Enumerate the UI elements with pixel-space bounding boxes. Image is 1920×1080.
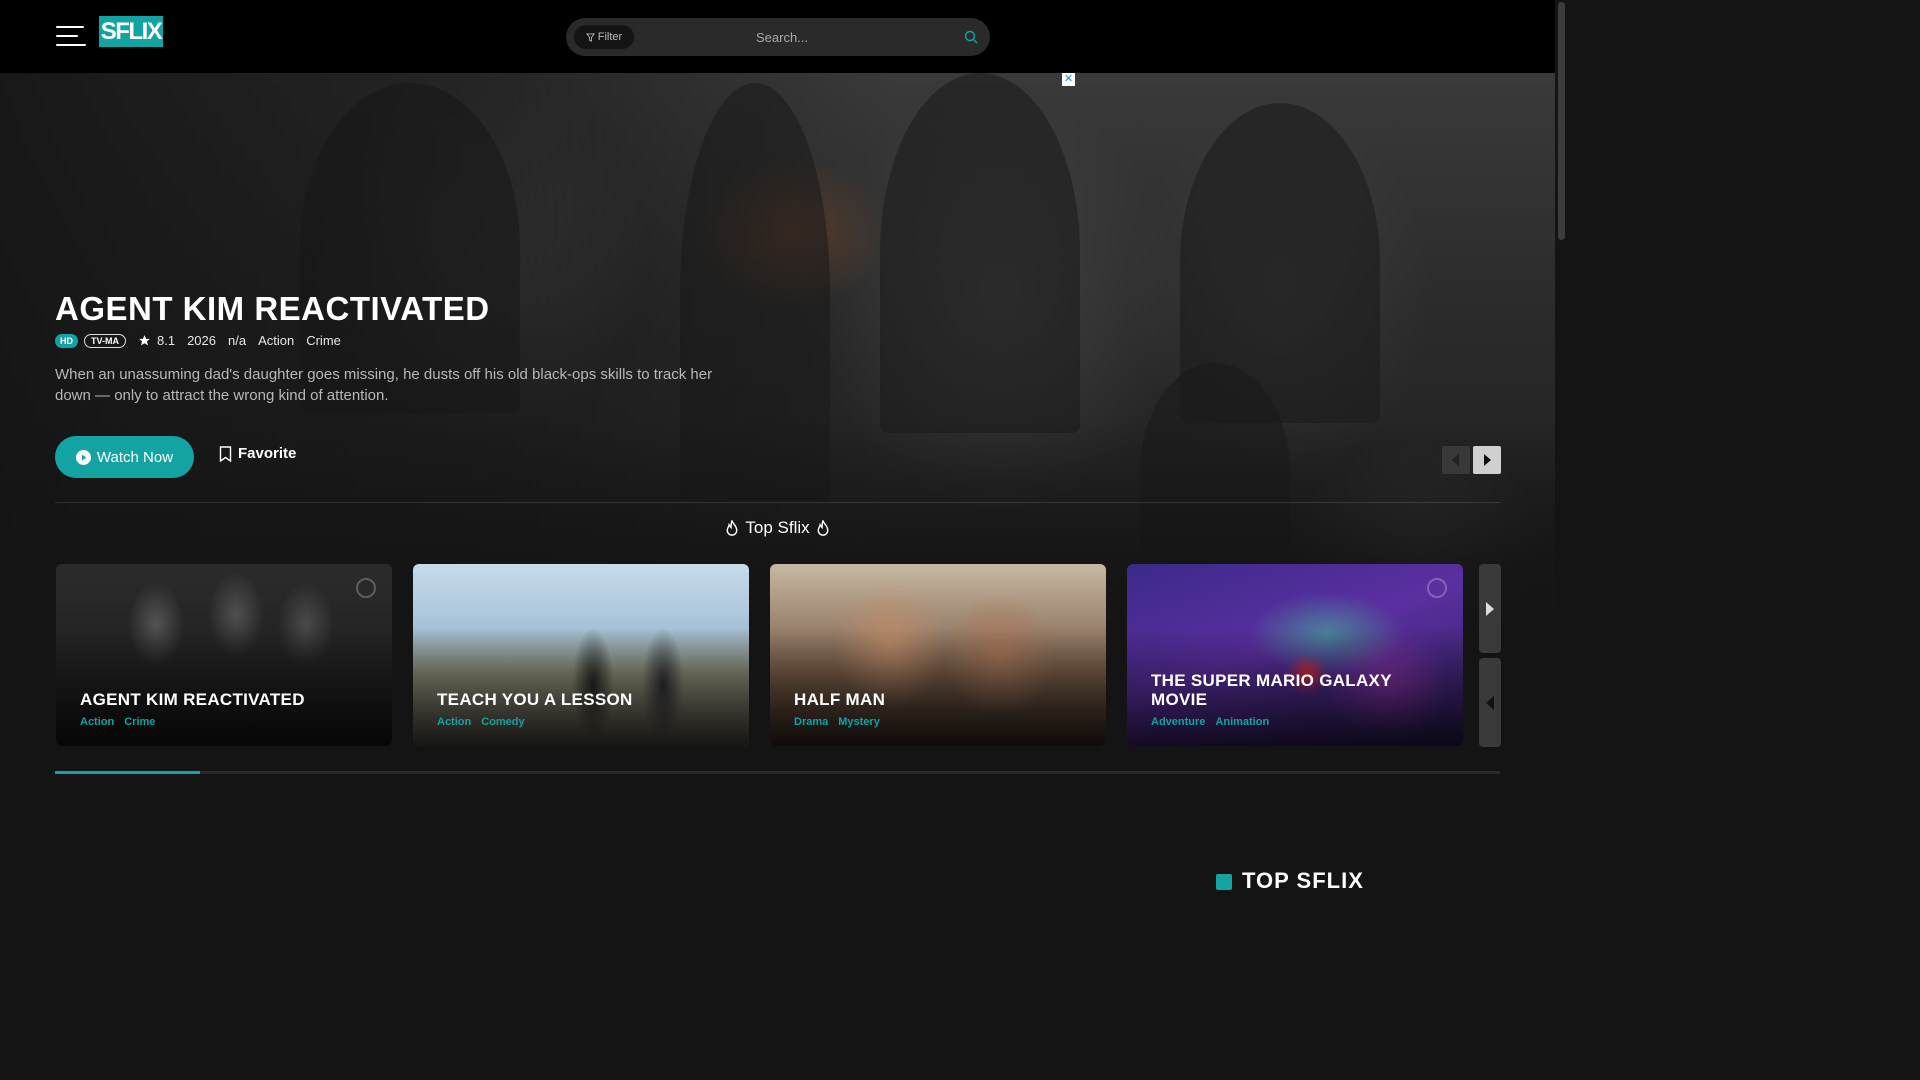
fire-icon: [726, 519, 738, 536]
hero-title: AGENT KIM REACTIVATED: [55, 290, 490, 327]
card-genre[interactable]: Animation: [1215, 716, 1269, 728]
scrollbar-thumb[interactable]: [1558, 2, 1565, 240]
site-logo[interactable]: SFLIX: [99, 16, 163, 47]
card-genre[interactable]: Mystery: [838, 716, 880, 728]
card-title: THE SUPER MARIO GALAXY MOVIE: [1151, 671, 1392, 709]
movie-card[interactable]: HALF MAN Drama Mystery: [770, 564, 1106, 746]
watch-now-button[interactable]: Watch Now: [55, 436, 194, 478]
card-genres: Drama Mystery: [794, 716, 880, 728]
movie-card[interactable]: TEACH YOU A LESSON Action Comedy: [413, 564, 749, 746]
card-title: HALF MAN: [794, 690, 886, 709]
hero-prev-button[interactable]: [1442, 446, 1470, 474]
top-header: SFLIX Filter: [0, 0, 1555, 73]
hero-duration: n/a: [228, 333, 247, 348]
favorite-label: Favorite: [238, 445, 297, 462]
hero-year: 2026: [187, 333, 216, 348]
section-divider: [55, 502, 1500, 503]
watch-now-label: Watch Now: [96, 448, 174, 466]
card-genre[interactable]: Action: [437, 716, 471, 728]
card-ring-icon: [1427, 578, 1447, 598]
card-ring-icon: [356, 578, 376, 598]
carousel-progress: [55, 771, 1500, 774]
ad-close-button[interactable]: ✕: [1062, 73, 1075, 86]
hero-meta: HD TV-MA 8.1 2026 n/a Action Crime: [55, 333, 341, 348]
hero-next-button[interactable]: [1473, 446, 1501, 474]
section-title: Top Sflix: [745, 518, 810, 537]
filter-icon: [585, 32, 595, 42]
top-sflix-carousel: AGENT KIM REACTIVATED Action Crime TEACH…: [56, 564, 1466, 746]
chevron-right-icon: [1486, 601, 1494, 616]
filter-label: Filter: [597, 31, 623, 43]
card-genre[interactable]: Drama: [794, 716, 828, 728]
star-icon: [139, 335, 150, 346]
card-genres: Action Crime: [80, 716, 155, 728]
chevron-right-icon: [1484, 454, 1491, 466]
hero-genre-1[interactable]: Action: [258, 333, 294, 348]
carousel-prev-button[interactable]: [1479, 658, 1501, 747]
page-scrollbar[interactable]: [1555, 0, 1568, 882]
chevron-left-icon: [1452, 454, 1459, 466]
carousel-next-button[interactable]: [1479, 564, 1501, 653]
movie-card[interactable]: AGENT KIM REACTIVATED Action Crime: [56, 564, 392, 746]
card-title: AGENT KIM REACTIVATED: [80, 690, 305, 709]
section-heading: Top Sflix: [0, 518, 1555, 538]
play-icon: [75, 449, 91, 465]
hero-genre-2[interactable]: Crime: [306, 333, 341, 348]
card-genres: Action Comedy: [437, 716, 525, 728]
hero-score: 8.1: [157, 333, 176, 348]
card-title: TEACH YOU A LESSON: [437, 690, 633, 709]
card-genre[interactable]: Adventure: [1151, 716, 1205, 728]
quality-badge: HD: [55, 333, 78, 348]
content-rating-badge: TV-MA: [84, 333, 126, 348]
bottom-heading-title: TOP SFLIX: [1242, 868, 1364, 893]
card-genres: Adventure Animation: [1151, 716, 1269, 728]
favorite-button[interactable]: Favorite: [219, 445, 296, 462]
search-icon[interactable]: [964, 30, 978, 44]
menu-icon[interactable]: [56, 26, 86, 48]
hero-description: When an unassuming dad's daughter goes m…: [55, 366, 713, 404]
heading-marker: [1216, 874, 1232, 890]
fire-icon: [817, 519, 829, 536]
search-bar: Filter: [566, 18, 990, 56]
bottom-section-heading: TOP SFLIX: [1216, 868, 1364, 894]
chevron-left-icon: [1486, 695, 1494, 710]
card-genre[interactable]: Action: [80, 716, 114, 728]
filter-button[interactable]: Filter: [574, 25, 634, 49]
search-input[interactable]: [756, 18, 936, 56]
carousel-progress-fill: [55, 771, 200, 774]
bookmark-icon: [219, 445, 232, 462]
movie-card[interactable]: THE SUPER MARIO GALAXY MOVIE Adventure A…: [1127, 564, 1463, 746]
card-genre[interactable]: Crime: [124, 716, 155, 728]
card-genre[interactable]: Comedy: [481, 716, 524, 728]
